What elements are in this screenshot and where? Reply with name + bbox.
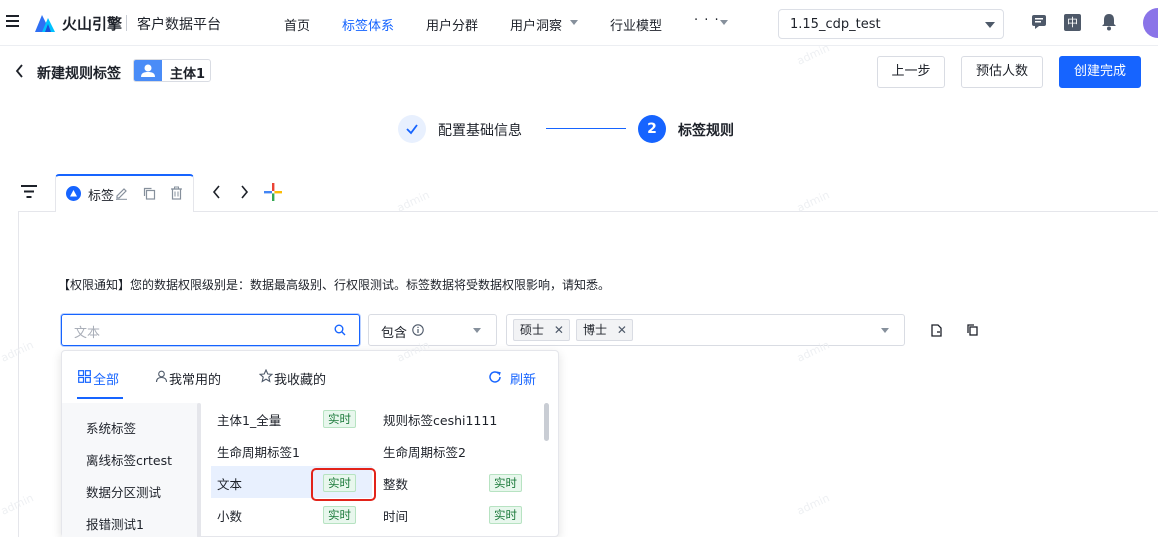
tag-option[interactable]: 小数 [217,506,242,525]
picker-tab-favorites[interactable]: 我收藏的 [274,369,326,388]
grid-all-icon [78,370,91,383]
step-2-index: 2 [638,115,666,143]
category-item[interactable]: 数据分区测试 [86,482,161,501]
permission-notice: 【权限通知】您的数据权限级别是：数据最高级别、行权限测试。标签数据将受数据权限影… [58,278,611,292]
remove-master-close-icon[interactable]: ✕ [554,323,564,337]
star-favorites-icon [259,369,273,383]
copy-condition-icon[interactable] [967,324,978,336]
step-connector-line [546,128,626,129]
category-item[interactable]: 系统标签 [86,418,136,437]
picker-tab-active-indicator [77,397,123,399]
realtime-badge: 实时 [489,474,522,492]
environment-select[interactable]: 1.15_cdp_test [778,9,1004,39]
tag-option[interactable]: 时间 [383,506,408,525]
copy-icon[interactable] [143,187,156,200]
tag-search-input[interactable]: 文本 [61,314,360,346]
info-icon[interactable] [412,324,424,336]
nav-item-home[interactable]: 首页 [284,15,310,34]
tab-tag-rule-label: 标签 [88,189,115,204]
notification-bell-icon[interactable] [1101,13,1117,31]
tag-option[interactable]: 生命周期标签1 [217,442,300,461]
search-icon[interactable] [334,324,346,336]
prev-step-button[interactable]: 上一步 [877,56,945,88]
refresh-icon[interactable] [488,370,502,384]
tab-tag-rule[interactable]: 标签 [55,174,194,212]
picker-tab-all[interactable]: 全部 [93,369,119,388]
realtime-badge: 实时 [323,410,356,428]
remove-doctor-close-icon[interactable]: ✕ [617,323,627,337]
step-1-label: 配置基础信息 [438,123,522,139]
step-2-label: 标签规则 [678,123,734,139]
category-scrollbar[interactable] [197,403,201,537]
language-switch-icon[interactable]: 中 [1064,14,1081,31]
import-file-icon[interactable] [931,324,942,337]
picker-tab-frequent[interactable]: 我常用的 [169,369,221,388]
environment-chevron-down-icon [985,22,995,28]
nav-item-tag-system[interactable]: 标签体系 [342,15,394,34]
more-chevron-down-icon [720,20,728,25]
product-name: 客户数据平台 [137,17,221,33]
environment-select-value: 1.15_cdp_test [790,17,881,32]
operator-select-value: 包含 [381,326,408,341]
user-frequent-icon [155,370,168,383]
value-tag-doctor-label: 博士 [583,323,608,337]
nav-item-user-segments[interactable]: 用户分群 [426,15,478,34]
page-title: 新建规则标签 [37,66,121,82]
tag-option[interactable]: 主体1_全量 [217,410,281,429]
highlight-annotation-box [311,468,376,501]
tag-rule-triangle-icon [66,186,81,201]
values-chevron-down-icon [881,328,889,333]
value-tag-doctor: 博士 ✕ [576,319,633,341]
options-scrollbar[interactable] [544,403,549,441]
tag-option[interactable]: 生命周期标签2 [383,442,466,461]
scroll-right-chevron-icon[interactable] [240,185,249,199]
value-tag-master: 硕士 ✕ [513,319,570,341]
value-tag-master-label: 硕士 [520,323,545,337]
brand-divider [126,15,127,31]
nav-item-user-insights[interactable]: 用户洞察 [510,15,562,34]
tag-option[interactable]: 规则标签ceshi1111 [383,410,497,429]
operator-chevron-down-icon [473,328,481,333]
nav-item-user-insights-label: 用户洞察 [510,19,563,34]
operator-select[interactable]: 包含 [368,314,497,346]
message-icon[interactable] [1031,14,1047,30]
estimate-count-button[interactable]: 预估人数 [961,56,1043,88]
entity-badge: 主体1 [133,59,211,82]
user-avatar[interactable] [1143,8,1158,38]
realtime-badge: 实时 [323,506,356,524]
add-tab-plus-icon[interactable] [264,183,282,201]
scroll-left-chevron-icon[interactable] [212,185,221,199]
filter-list-icon[interactable] [21,185,37,198]
edit-icon[interactable] [115,187,128,200]
step-1-done-check-icon [398,115,426,143]
volcengine-logo-icon[interactable] [34,11,56,33]
realtime-badge: 实时 [489,506,522,524]
nav-item-industry-model[interactable]: 行业模型 [610,15,662,34]
top-navigation-bar: 火山引擎 客户数据平台 首页 标签体系 用户分群 用户洞察 行业模型 · · ·… [0,0,1158,46]
brand-name: 火山引擎 [62,15,123,33]
delete-trash-icon[interactable] [170,186,183,200]
create-complete-button[interactable]: 创建完成 [1059,56,1141,88]
category-item[interactable]: 报错测试1 [86,514,144,533]
entity-badge-label: 主体1 [170,67,206,82]
refresh-link[interactable]: 刷新 [510,369,536,388]
tag-option-selected[interactable]: 文本 [217,474,242,493]
tag-search-placeholder: 文本 [74,326,101,341]
tag-values-select[interactable]: 硕士 ✕ 博士 ✕ [506,314,905,346]
tag-option[interactable]: 整数 [383,474,408,493]
nav-more-menu[interactable]: · · · [694,13,720,28]
user-insights-chevron-down-icon [570,20,578,25]
category-list: 系统标签 离线标签crtest 数据分区测试 报错测试1 [62,403,198,537]
entity-user-icon [134,60,162,81]
category-item[interactable]: 离线标签crtest [86,450,172,469]
hamburger-menu-icon[interactable] [6,15,19,27]
back-chevron-left-icon[interactable] [15,64,24,78]
tag-picker-panel: 全部 我常用的 我收藏的 刷新 系统标签 离线标签crtest 数据分区测试 报… [61,350,559,537]
